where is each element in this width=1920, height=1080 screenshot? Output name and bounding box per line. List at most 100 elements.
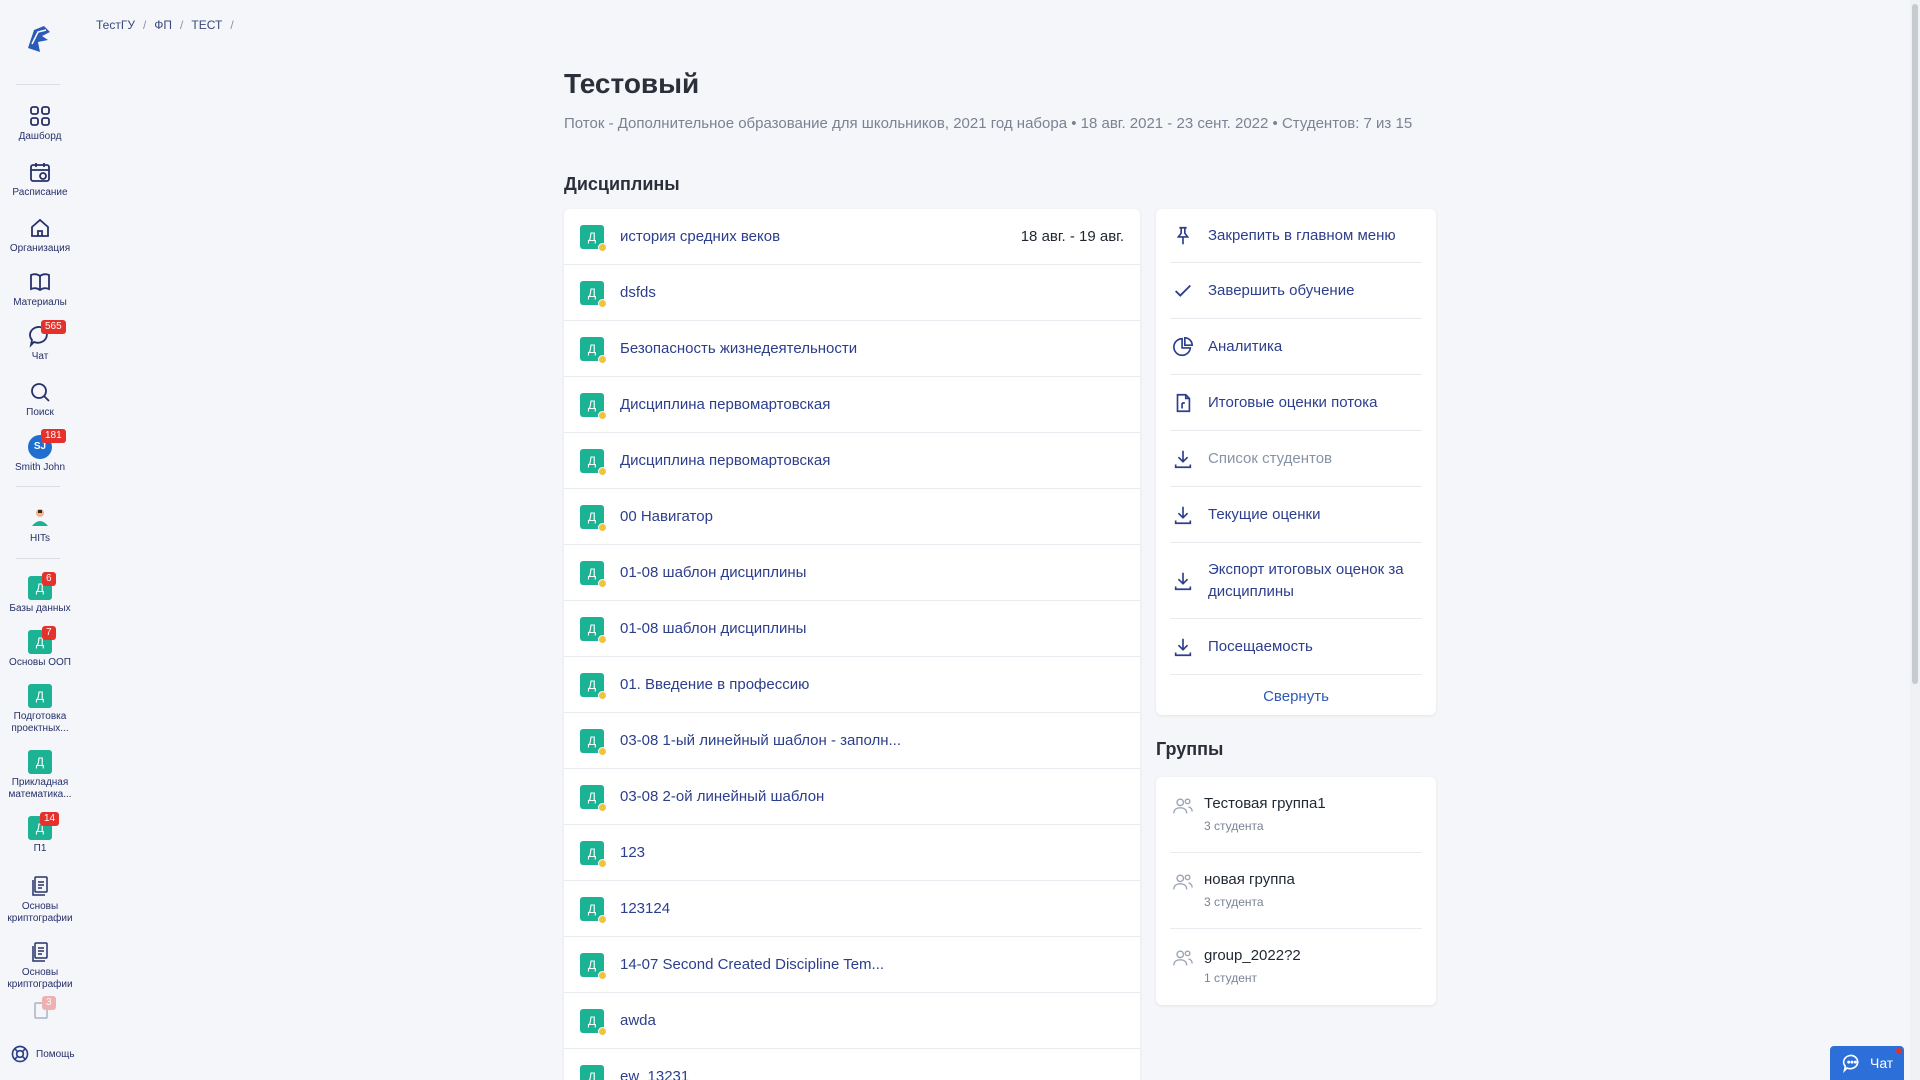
sidebar-item-label: Подготовка проектных...: [11, 711, 69, 734]
group-count: 3 студента: [1204, 819, 1264, 833]
sidebar-item-organization[interactable]: Организация: [0, 216, 80, 255]
download-icon: [1174, 450, 1192, 468]
discipline-row[interactable]: Дdsfds: [564, 265, 1140, 321]
collapse-button[interactable]: Свернуть: [1156, 688, 1436, 705]
page-subtitle: Поток - Дополнительное образование для ш…: [564, 115, 1413, 132]
breadcrumb-item[interactable]: ТестГУ: [96, 18, 135, 32]
discipline-date: 18 авг. - 19 авг.: [1020, 228, 1124, 245]
action-label: Итоговые оценки потока: [1208, 393, 1378, 411]
check-icon: [1175, 284, 1191, 297]
discipline-row[interactable]: Д 03-08 2-ой линейный шаблон: [564, 769, 1140, 825]
sidebar-item-materials[interactable]: Материалы: [0, 270, 80, 309]
sidebar-item-dashboard[interactable]: Дашборд: [0, 104, 80, 143]
discipline-row[interactable]: Дawda: [564, 993, 1140, 1049]
course-icon: Д: [28, 684, 52, 708]
action-label: Завершить обучение: [1208, 281, 1355, 299]
breadcrumb-item[interactable]: ФП: [154, 18, 172, 32]
sidebar-item-hits[interactable]: HITs: [0, 506, 80, 545]
discipline-icon: Д: [580, 504, 607, 532]
sidebar-course-crypto-1[interactable]: Основы криптографии: [0, 874, 80, 925]
book-icon: [30, 273, 50, 292]
sidebar-item-label: Материалы: [13, 297, 67, 308]
discipline-row[interactable]: Д Безопасность жизнедеятельности: [564, 321, 1140, 377]
sidebar-course-databases[interactable]: Д 6 Базы данных: [0, 572, 80, 615]
home-icon: [31, 218, 49, 237]
group-count: 1 студент: [1204, 971, 1258, 985]
person-icon: [32, 509, 48, 526]
discipline-name: 14-07 Second Created Discipline Tem...: [620, 956, 885, 973]
sidebar-item-label: Чат: [31, 351, 49, 362]
group-item[interactable]: новая группа 3 студента: [1170, 853, 1422, 929]
discipline-name: Дисциплина первомартовская: [620, 396, 831, 413]
status-dot-icon: [598, 298, 607, 308]
disciplines-title: Дисциплины: [564, 174, 680, 194]
sidebar-item-label: Основы криптографии: [7, 967, 73, 990]
status-dot-icon: [598, 690, 607, 700]
discipline-row[interactable]: Д 123: [564, 825, 1140, 881]
discipline-icon: Д: [580, 1008, 607, 1036]
finish-study-action[interactable]: Завершить обучение: [1170, 263, 1422, 319]
discipline-row[interactable]: Д 03-08 1-ый линейный шаблон - заполн...: [564, 713, 1140, 769]
status-dot-icon: [598, 970, 607, 980]
discipline-row[interactable]: Д 123124: [564, 881, 1140, 937]
sidebar-course-math[interactable]: Д Прикладная математика...: [0, 750, 80, 801]
chat-button[interactable]: Чат: [1830, 1046, 1904, 1080]
analytics-action[interactable]: Аналитика: [1170, 319, 1422, 375]
action-label: Закрепить в главном меню: [1208, 226, 1396, 244]
sidebar-course-faded[interactable]: 3: [0, 996, 80, 1024]
discipline-row[interactable]: Д Дисциплина первомартовская: [564, 433, 1140, 489]
group-item[interactable]: group_2022?2 1 студент: [1170, 929, 1422, 1005]
discipline-icon: Д: [580, 840, 607, 868]
discipline-row[interactable]: Д 01-08 шаблон дисциплины: [564, 601, 1140, 657]
discipline-icon: Д: [580, 560, 607, 588]
discipline-row[interactable]: Д 14-07 Second Created Discipline Tem...: [564, 937, 1140, 993]
status-dot-icon: [598, 242, 607, 252]
discipline-icon: Д: [580, 224, 607, 252]
logo-icon[interactable]: [20, 18, 60, 58]
scrollbar[interactable]: [1910, 0, 1920, 1080]
group-item[interactable]: Тестовая группа1 3 студента: [1170, 777, 1422, 853]
pin-icon: [1176, 226, 1190, 244]
breadcrumb-separator: /: [180, 18, 184, 32]
group-name: Тестовая группа1: [1204, 795, 1326, 812]
discipline-row[interactable]: Д Дисциплина первомартовская: [564, 377, 1140, 433]
status-dot-icon: [598, 914, 607, 924]
sidebar-course-oop[interactable]: Д 7 Основы ООП: [0, 626, 80, 669]
discipline-row[interactable]: Д 01-08 шаблон дисциплины: [564, 545, 1140, 601]
discipline-name: 123124: [620, 900, 671, 917]
scrollbar-thumb[interactable]: [1912, 4, 1918, 684]
discipline-name: 00 Навигатор: [620, 508, 713, 525]
notification-dot: [1896, 1048, 1902, 1054]
users-icon: [1173, 874, 1193, 890]
export-grades-action[interactable]: Экспорт итоговых оценок за дисциплины: [1170, 543, 1422, 619]
sidebar-item-label: Поиск: [26, 407, 54, 418]
breadcrumb-separator: /: [230, 18, 234, 32]
discipline-row[interactable]: Д 01. Введение в профессию: [564, 657, 1140, 713]
sidebar-item-chat[interactable]: 565 Чат: [0, 320, 80, 363]
discipline-row[interactable]: Д 00 Навигатор: [564, 489, 1140, 545]
sidebar-item-profile[interactable]: SJ 181 Smith John: [0, 429, 80, 474]
status-dot-icon: [598, 578, 607, 588]
final-grades-action[interactable]: Итоговые оценки потока: [1170, 375, 1422, 431]
sidebar-course-projects[interactable]: Д Подготовка проектных...: [0, 684, 80, 735]
status-dot-icon: [598, 522, 607, 532]
sidebar-item-search[interactable]: Поиск: [0, 380, 80, 419]
sidebar-item-label: HITs: [30, 533, 50, 544]
sidebar-course-p1[interactable]: Д 14 П1: [0, 812, 80, 855]
pin-to-menu-action[interactable]: Закрепить в главном меню: [1170, 209, 1422, 263]
sidebar-item-label: Основы ООП: [9, 657, 71, 668]
sidebar-course-crypto-2[interactable]: Основы криптографии: [0, 940, 80, 991]
sidebar-item-schedule[interactable]: Расписание: [0, 160, 80, 199]
help-link[interactable]: Помощь: [10, 1044, 75, 1064]
students-list-action[interactable]: Список студентов: [1170, 431, 1422, 487]
discipline-name: dsfds: [620, 284, 656, 301]
breadcrumb-separator: /: [142, 18, 147, 32]
discipline-row[interactable]: Дew_13231: [564, 1049, 1140, 1080]
breadcrumb-item[interactable]: ТЕСТ: [191, 18, 222, 32]
discipline-icon: Д: [580, 448, 607, 476]
discipline-row[interactable]: Дистория средних веков 18 авг. - 19 авг.: [564, 209, 1140, 265]
current-grades-action[interactable]: Текущие оценки: [1170, 487, 1422, 543]
attendance-action[interactable]: Посещаемость: [1170, 619, 1422, 675]
calendar-icon: [30, 163, 50, 182]
status-dot-icon: [598, 858, 607, 868]
